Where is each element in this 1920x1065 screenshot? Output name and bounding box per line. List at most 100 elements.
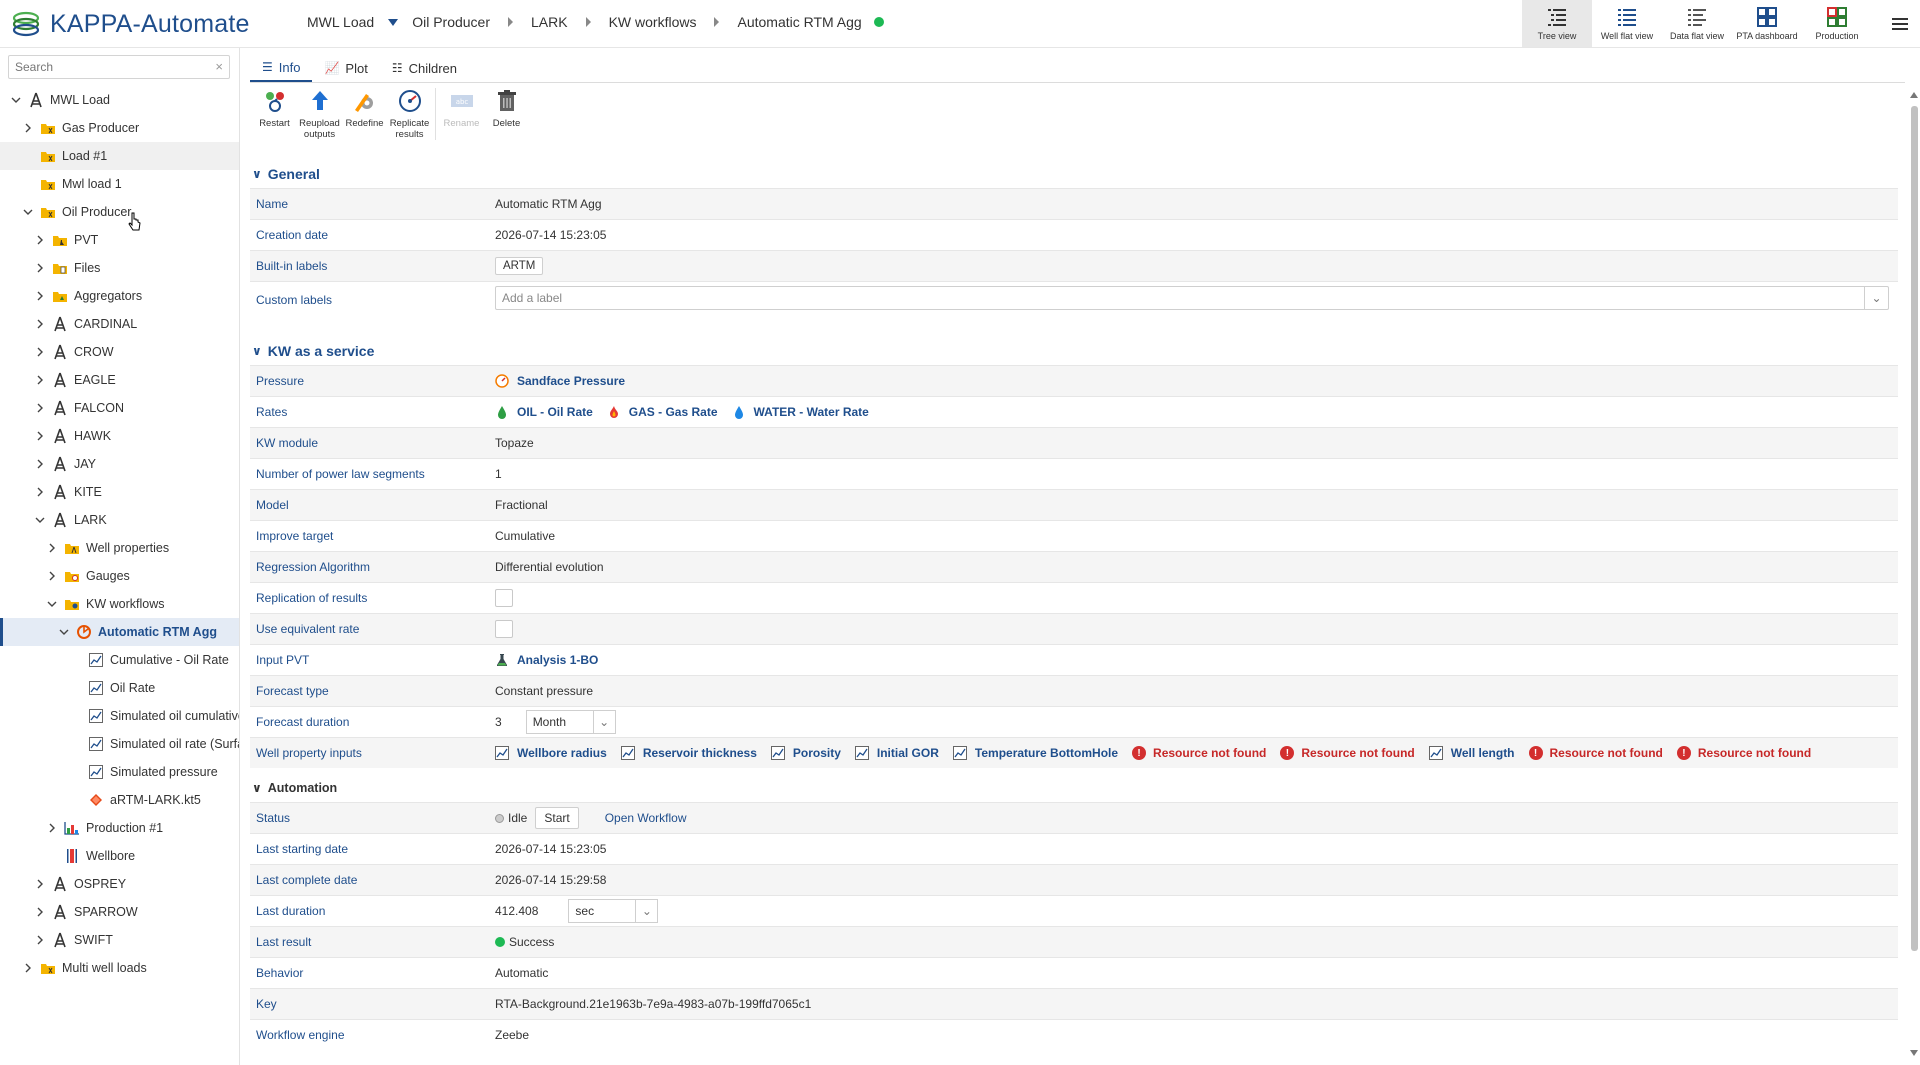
tree-item-mwl-load-1[interactable]: Mwl load 1 <box>0 170 239 198</box>
tree-item-oil-producer[interactable]: Oil Producer <box>0 198 239 226</box>
forecast-unit-select[interactable]: Month ⌄ <box>525 710 616 734</box>
well-property-link[interactable]: Porosity <box>770 746 841 760</box>
chevron-right-icon[interactable] <box>46 822 58 834</box>
reupload-outputs-button[interactable]: Reupload outputs <box>297 88 342 148</box>
scroll-down-icon[interactable] <box>1910 1050 1918 1056</box>
well-property-link[interactable]: Temperature BottomHole <box>952 746 1118 760</box>
tree-view-button[interactable]: Tree view <box>1522 0 1592 47</box>
replication-checkbox[interactable] <box>495 589 513 607</box>
chevron-right-icon[interactable] <box>34 262 46 274</box>
duration-unit-select[interactable]: sec ⌄ <box>568 899 659 923</box>
well-property-link[interactable]: Initial GOR <box>854 746 939 760</box>
well-flat-view-button[interactable]: Well flat view <box>1592 0 1662 47</box>
tree-item-jay[interactable]: JAY <box>0 450 239 478</box>
pressure-link[interactable]: Sandface Pressure <box>495 374 625 388</box>
chevron-down-icon[interactable] <box>22 206 34 218</box>
chevron-down-icon[interactable]: ⌄ <box>1864 287 1888 309</box>
redefine-button[interactable]: Redefine <box>342 88 387 148</box>
tree-item-automatic-rtm-agg[interactable]: Automatic RTM Agg <box>0 618 239 646</box>
tree-item-simulated-pressure[interactable]: Simulated pressure <box>0 758 239 786</box>
tree-item-pvt[interactable]: PVT <box>0 226 239 254</box>
chevron-right-icon[interactable] <box>46 542 58 554</box>
tree-item-cardinal[interactable]: CARDINAL <box>0 310 239 338</box>
tree-item-artm-lark-kt5[interactable]: aRTM-LARK.kt5 <box>0 786 239 814</box>
custom-labels-input[interactable]: Add a label ⌄ <box>495 286 1889 310</box>
chevron-down-icon[interactable] <box>34 514 46 526</box>
chevron-right-icon[interactable] <box>34 374 46 386</box>
tab-info[interactable]: ☰ Info <box>250 54 313 82</box>
section-general-header[interactable]: ∨ General <box>250 160 1898 188</box>
delete-button[interactable]: Delete <box>484 88 529 148</box>
chevron-right-icon[interactable] <box>34 346 46 358</box>
chevron-right-icon[interactable] <box>34 290 46 302</box>
tree-item-eagle[interactable]: EAGLE <box>0 366 239 394</box>
resource-not-found-item[interactable]: ! Resource not found <box>1676 746 1811 760</box>
tree-item-lark[interactable]: LARK <box>0 506 239 534</box>
tree-item-simulated-oil-rate-surfac[interactable]: Simulated oil rate (Surfac <box>0 730 239 758</box>
chevron-down-icon[interactable] <box>58 626 70 638</box>
chevron-right-icon[interactable] <box>22 122 34 134</box>
well-property-link[interactable]: Wellbore radius <box>495 746 607 760</box>
chevron-down-icon[interactable]: ⌄ <box>592 711 615 733</box>
pta-dashboard-button[interactable]: PTA dashboard <box>1732 0 1802 47</box>
breadcrumb-item-lark[interactable]: LARK <box>531 14 568 30</box>
production-button[interactable]: Production <box>1802 0 1872 47</box>
main-menu-button[interactable] <box>1880 0 1920 47</box>
section-automation-header[interactable]: ∨ Automation <box>250 774 1898 802</box>
gas-rate-link[interactable]: GAS - Gas Rate <box>607 405 718 419</box>
tree-item-kw-workflows[interactable]: KW workflows <box>0 590 239 618</box>
tree-item-swift[interactable]: SWIFT <box>0 926 239 954</box>
chevron-right-icon[interactable] <box>34 430 46 442</box>
chevron-right-icon[interactable] <box>22 962 34 974</box>
chevron-right-icon[interactable] <box>34 402 46 414</box>
chevron-right-icon[interactable] <box>46 570 58 582</box>
tree-item-production-1[interactable]: Production #1 <box>0 814 239 842</box>
rename-button[interactable]: abc Rename <box>439 88 484 148</box>
chevron-right-icon[interactable] <box>34 486 46 498</box>
chevron-down-icon[interactable]: ⌄ <box>635 900 657 922</box>
well-property-link[interactable]: Reservoir thickness <box>620 746 757 760</box>
tree-item-simulated-oil-cumulative[interactable]: Simulated oil cumulative <box>0 702 239 730</box>
breadcrumb-item-current[interactable]: Automatic RTM Agg <box>737 14 861 30</box>
breadcrumb-dropdown-icon[interactable] <box>388 18 399 26</box>
tree-item-osprey[interactable]: OSPREY <box>0 870 239 898</box>
chevron-right-icon[interactable] <box>34 318 46 330</box>
tree-item-kite[interactable]: KITE <box>0 478 239 506</box>
restart-button[interactable]: Restart <box>252 88 297 148</box>
tree-item-oil-rate[interactable]: Oil Rate <box>0 674 239 702</box>
tree-item-sparrow[interactable]: SPARROW <box>0 898 239 926</box>
chevron-right-icon[interactable] <box>34 878 46 890</box>
oil-rate-link[interactable]: OIL - Oil Rate <box>495 405 593 419</box>
search-input[interactable]: Search × <box>8 55 230 79</box>
resource-not-found-item[interactable]: ! Resource not found <box>1280 746 1415 760</box>
tree-item-load-1[interactable]: Load #1 <box>0 142 239 170</box>
app-logo[interactable]: KAPPA-Automate <box>10 6 250 42</box>
replicate-results-button[interactable]: Replicate results <box>387 88 432 148</box>
chevron-right-icon[interactable] <box>34 934 46 946</box>
tree-item-cumulative-oil-rate[interactable]: Cumulative - Oil Rate <box>0 646 239 674</box>
data-flat-view-button[interactable]: Data flat view <box>1662 0 1732 47</box>
chevron-right-icon[interactable] <box>34 234 46 246</box>
chevron-right-icon[interactable] <box>34 906 46 918</box>
water-rate-link[interactable]: WATER - Water Rate <box>732 405 869 419</box>
start-button[interactable]: Start <box>535 807 579 829</box>
tree-item-falcon[interactable]: FALCON <box>0 394 239 422</box>
content-scrollbar[interactable] <box>1908 88 1920 1058</box>
tree-item-files[interactable]: Files <box>0 254 239 282</box>
tab-children[interactable]: ☷ Children <box>380 54 469 82</box>
open-workflow-link[interactable]: Open Workflow <box>605 811 687 825</box>
chevron-down-icon[interactable] <box>46 598 58 610</box>
tab-plot[interactable]: 📈 Plot <box>312 54 379 82</box>
tree-item-gas-producer[interactable]: Gas Producer <box>0 114 239 142</box>
tree-item-mwl-load[interactable]: MWL Load <box>0 86 239 114</box>
search-clear-icon[interactable]: × <box>215 59 223 74</box>
tree-item-gauges[interactable]: Gauges <box>0 562 239 590</box>
scroll-thumb[interactable] <box>1911 106 1918 951</box>
resource-not-found-item[interactable]: ! Resource not found <box>1132 746 1266 760</box>
breadcrumb-item-kw-workflows[interactable]: KW workflows <box>609 14 697 30</box>
resource-not-found-item[interactable]: ! Resource not found <box>1528 746 1663 760</box>
input-pvt-link[interactable]: Analysis 1-BO <box>495 653 598 667</box>
tree-item-well-properties[interactable]: Well properties <box>0 534 239 562</box>
section-kw-header[interactable]: ∨ KW as a service <box>250 337 1898 365</box>
tree-item-hawk[interactable]: HAWK <box>0 422 239 450</box>
